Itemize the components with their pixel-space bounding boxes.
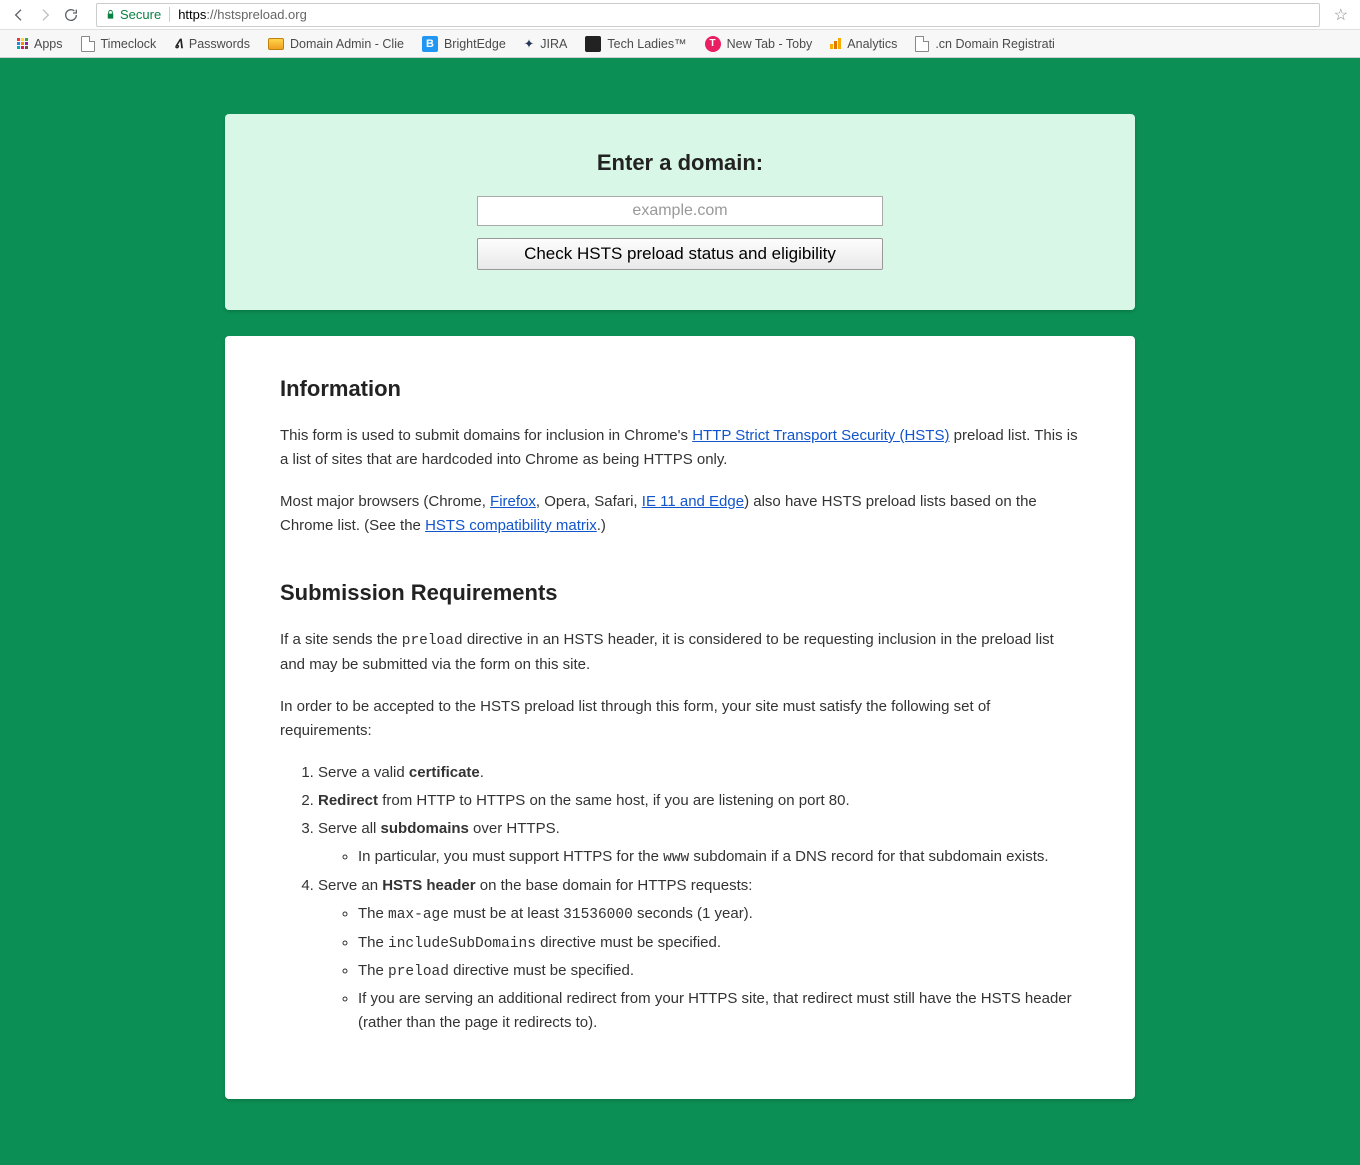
submission-heading: Submission Requirements xyxy=(280,580,1080,606)
info-card: Information This form is used to submit … xyxy=(225,336,1135,1099)
secure-label: Secure xyxy=(120,7,161,22)
bookmark-timeclock[interactable]: Timeclock xyxy=(74,33,164,55)
hsts-link[interactable]: HTTP Strict Transport Security (HSTS) xyxy=(692,427,949,444)
browser-toolbar: Secure https://hstspreload.org ☆ xyxy=(0,0,1360,30)
apps-icon xyxy=(17,38,28,49)
document-icon xyxy=(915,36,929,52)
back-button[interactable] xyxy=(6,2,32,28)
req-4-sub-1: The max-age must be at least 31536000 se… xyxy=(358,902,1080,927)
req-4-sub-2: The includeSubDomains directive must be … xyxy=(358,931,1080,956)
submission-paragraph-2: In order to be accepted to the HSTS prel… xyxy=(280,695,1080,743)
page-body: Enter a domain: Check HSTS preload statu… xyxy=(0,58,1360,1165)
bookmark-analytics[interactable]: Analytics xyxy=(823,34,904,54)
bookmark-passwords[interactable]: ᕕPasswords xyxy=(167,33,257,54)
bookmark-tech-ladies[interactable]: Tech Ladies™ xyxy=(578,33,693,55)
domain-input[interactable] xyxy=(477,196,883,226)
req-4-sub-3: The preload directive must be specified. xyxy=(358,959,1080,984)
bookmark-brightedge[interactable]: BBrightEdge xyxy=(415,33,513,55)
secure-indicator: Secure xyxy=(105,7,170,22)
req-1: Serve a valid certificate. xyxy=(318,761,1080,785)
req-2: Redirect from HTTP to HTTPS on the same … xyxy=(318,789,1080,813)
firefox-link[interactable]: Firefox xyxy=(490,493,536,510)
compat-matrix-link[interactable]: HSTS compatibility matrix xyxy=(425,517,597,534)
bookmark-cn-domain[interactable]: .cn Domain Registrati xyxy=(908,33,1062,55)
domain-admin-icon xyxy=(268,38,284,50)
info-paragraph-2: Most major browsers (Chrome, Firefox, Op… xyxy=(280,490,1080,538)
check-status-button[interactable]: Check HSTS preload status and eligibilit… xyxy=(477,238,883,270)
bookmark-star-icon[interactable]: ☆ xyxy=(1328,5,1354,25)
req-4-sub-4: If you are serving an additional redirec… xyxy=(358,987,1080,1035)
ie-edge-link[interactable]: IE 11 and Edge xyxy=(642,493,744,510)
reload-button[interactable] xyxy=(58,2,84,28)
information-heading: Information xyxy=(280,376,1080,402)
toby-icon: T xyxy=(705,36,721,52)
req-4: Serve an HSTS header on the base domain … xyxy=(318,874,1080,1035)
brightedge-icon: B xyxy=(422,36,438,52)
url-text: https://hstspreload.org xyxy=(178,7,307,22)
jira-icon: ✦ xyxy=(524,36,534,51)
bookmarks-bar: Apps Timeclock ᕕPasswords Domain Admin -… xyxy=(0,30,1360,58)
address-bar[interactable]: Secure https://hstspreload.org xyxy=(96,3,1320,27)
analytics-icon xyxy=(830,38,841,49)
domain-form-card: Enter a domain: Check HSTS preload statu… xyxy=(225,114,1135,310)
tech-ladies-icon xyxy=(585,36,601,52)
forward-button[interactable] xyxy=(32,2,58,28)
bookmark-apps[interactable]: Apps xyxy=(10,34,70,54)
req-3-sub: In particular, you must support HTTPS fo… xyxy=(358,845,1080,870)
info-paragraph-1: This form is used to submit domains for … xyxy=(280,424,1080,472)
requirements-list: Serve a valid certificate. Redirect from… xyxy=(318,761,1080,1035)
req-3: Serve all subdomains over HTTPS. In part… xyxy=(318,817,1080,870)
bookmark-domain-admin[interactable]: Domain Admin - Clie xyxy=(261,34,411,54)
form-title: Enter a domain: xyxy=(255,150,1105,176)
bookmark-toby[interactable]: TNew Tab - Toby xyxy=(698,33,820,55)
lock-icon xyxy=(105,9,116,20)
document-icon xyxy=(81,36,95,52)
passwords-icon: ᕕ xyxy=(174,36,183,51)
bookmark-jira[interactable]: ✦JIRA xyxy=(517,33,575,54)
submission-paragraph-1: If a site sends the preload directive in… xyxy=(280,628,1080,677)
